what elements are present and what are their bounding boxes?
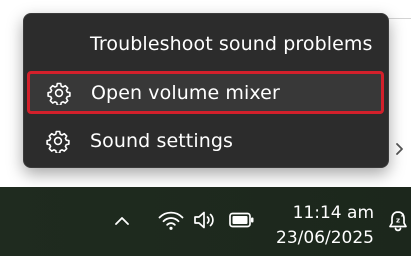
notification-icon[interactable]: z z: [387, 209, 409, 233]
taskbar: 11:14 am 23/06/2025 z z: [0, 187, 411, 256]
battery-icon[interactable]: [228, 211, 256, 229]
gear-icon: [46, 130, 70, 153]
speaker-icon[interactable]: [192, 209, 218, 231]
clock-date: 23/06/2025: [276, 228, 374, 248]
chevron-up-icon[interactable]: [112, 213, 132, 229]
svg-text:z: z: [396, 217, 400, 225]
menu-item-sound-settings[interactable]: Sound settings: [28, 120, 384, 161]
menu-item-label: Open volume mixer: [91, 81, 280, 104]
chevron-right-icon[interactable]: [393, 138, 407, 160]
menu-item-troubleshoot[interactable]: Troubleshoot sound problems: [28, 23, 384, 64]
menu-item-label: Sound settings: [90, 129, 234, 152]
clock-time: 11:14 am: [292, 203, 374, 223]
wifi-icon[interactable]: [157, 208, 185, 232]
background-divider: [388, 18, 411, 19]
menu-item-label: Troubleshoot sound problems: [90, 32, 373, 55]
svg-text:z: z: [401, 213, 404, 219]
menu-item-open-volume-mixer[interactable]: Open volume mixer: [27, 71, 384, 114]
clock[interactable]: 11:14 am 23/06/2025: [270, 201, 374, 251]
sound-context-menu: Troubleshoot sound problems Open volume …: [23, 13, 389, 168]
gear-icon: [47, 82, 71, 105]
